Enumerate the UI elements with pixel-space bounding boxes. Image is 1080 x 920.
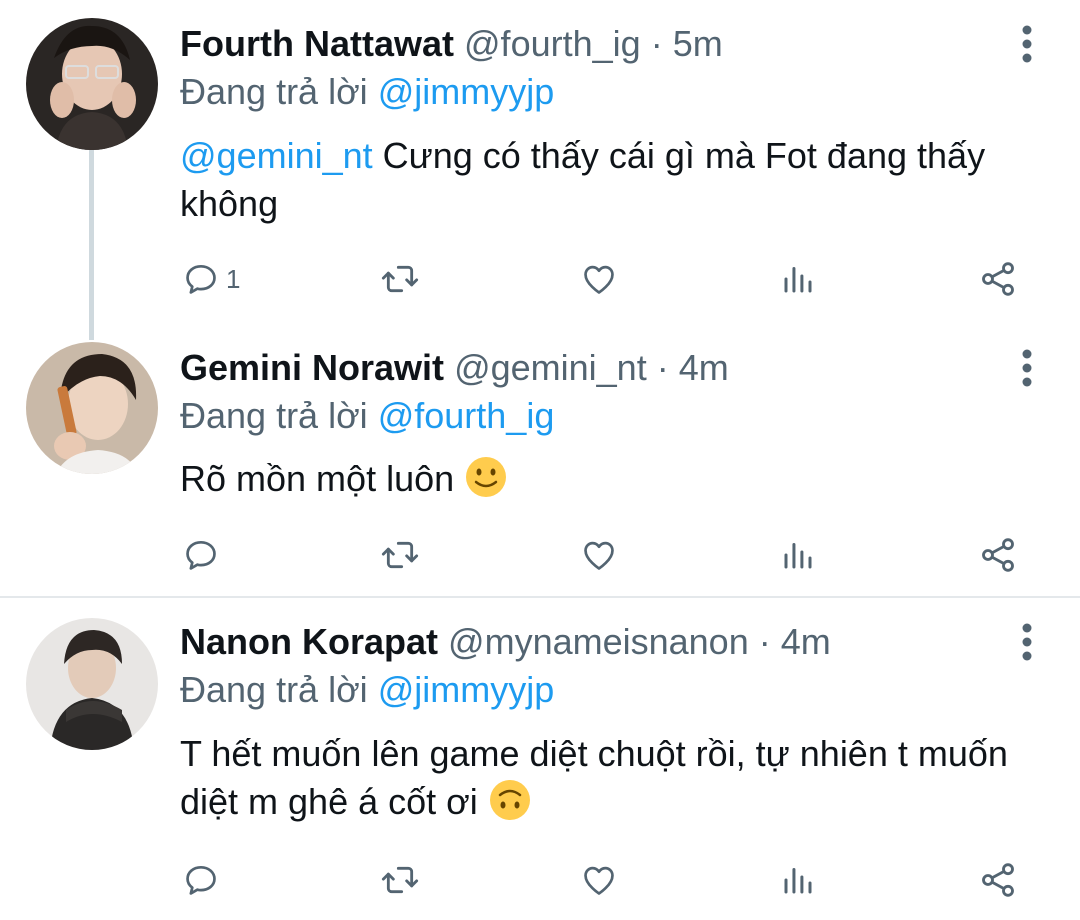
like-button[interactable] [580, 855, 618, 905]
avatar-photo [26, 342, 158, 474]
analytics-icon [784, 267, 812, 293]
heart-icon [584, 265, 614, 294]
user-handle[interactable]: @fourth_ig [464, 23, 641, 64]
tweet-3[interactable]: Nanon Korapat @mynameisnanon · 4m Đang t… [0, 598, 1080, 920]
avatar[interactable] [26, 18, 158, 150]
analytics-button[interactable] [780, 530, 816, 580]
timestamp[interactable]: 5m [673, 23, 723, 64]
share-button[interactable] [978, 530, 1018, 580]
more-options-icon[interactable] [1012, 22, 1042, 66]
user-handle[interactable]: @gemini_nt [454, 347, 647, 388]
replying-to: Đang trả lời @jimmyyjp [180, 668, 554, 712]
user-handle[interactable]: @mynameisnanon [448, 621, 749, 662]
action-bar: 1 [0, 254, 1080, 304]
display-name[interactable]: Gemini Norawit [180, 347, 444, 388]
retweet-button[interactable] [380, 855, 420, 905]
timestamp[interactable]: 4m [781, 621, 831, 662]
reply-button[interactable] [182, 855, 226, 905]
body-text: T hết muốn lên game diệt chuột rồi, tự n… [180, 733, 1008, 822]
like-button[interactable] [580, 254, 618, 304]
replying-label: Đang trả lời [180, 395, 368, 436]
more-options-icon[interactable] [1012, 346, 1042, 390]
reply-button[interactable] [182, 530, 226, 580]
share-button[interactable] [978, 254, 1018, 304]
body-mention[interactable]: @gemini_nt [180, 135, 373, 176]
retweet-icon [381, 541, 419, 569]
thread-line [89, 150, 94, 340]
body-text: Rõ mồn một luôn [180, 458, 465, 499]
tweet-header: Nanon Korapat @mynameisnanon · 4m [180, 620, 831, 664]
reply-button[interactable]: 1 [182, 254, 240, 304]
timestamp[interactable]: 4m [679, 347, 729, 388]
retweet-icon [381, 866, 419, 894]
tweet-2[interactable]: Gemini Norawit @gemini_nt · 4m Đang trả … [0, 330, 1080, 595]
replying-label: Đang trả lời [180, 669, 368, 710]
reply-to-mention[interactable]: @jimmyyjp [378, 669, 555, 710]
tweet-header: Fourth Nattawat @fourth_ig · 5m [180, 22, 723, 66]
action-bar [0, 530, 1080, 580]
tweet-text: T hết muốn lên game diệt chuột rồi, tự n… [180, 730, 1040, 826]
heart-icon [584, 541, 614, 570]
action-bar [0, 855, 1080, 905]
retweet-button[interactable] [380, 254, 420, 304]
share-icon [982, 262, 1014, 296]
slightly-smiling-face-icon [464, 455, 508, 499]
reply-icon [186, 865, 216, 895]
share-icon [982, 538, 1014, 572]
separator-dot: · [656, 347, 669, 388]
analytics-icon [784, 543, 812, 569]
separator-dot: · [650, 23, 663, 64]
reply-icon [186, 264, 216, 294]
share-button[interactable] [978, 855, 1018, 905]
share-icon [982, 863, 1014, 897]
replying-to: Đang trả lời @jimmyyjp [180, 70, 554, 114]
reply-count: 1 [226, 263, 241, 294]
avatar-photo [26, 618, 158, 750]
analytics-button[interactable] [780, 254, 816, 304]
like-button[interactable] [580, 530, 618, 580]
tweet-header: Gemini Norawit @gemini_nt · 4m [180, 346, 729, 390]
avatar-photo [26, 18, 158, 150]
separator-dot: · [758, 621, 771, 662]
upside-down-face-icon [488, 778, 532, 822]
tweet-1[interactable]: Fourth Nattawat @fourth_ig · 5m Đang trả… [0, 0, 1080, 340]
analytics-button[interactable] [780, 855, 816, 905]
replying-label: Đang trả lời [180, 71, 368, 112]
more-options-icon[interactable] [1012, 620, 1042, 664]
display-name[interactable]: Nanon Korapat [180, 621, 438, 662]
display-name[interactable]: Fourth Nattawat [180, 23, 454, 64]
avatar[interactable] [26, 342, 158, 474]
analytics-icon [784, 868, 812, 894]
avatar[interactable] [26, 618, 158, 750]
tweet-text: @gemini_nt Cưng có thấy cái gì mà Fot đa… [180, 132, 1040, 228]
retweet-button[interactable] [380, 530, 420, 580]
reply-to-mention[interactable]: @fourth_ig [378, 395, 555, 436]
tweet-text: Rõ mồn một luôn [180, 455, 1040, 503]
reply-icon [186, 540, 216, 570]
heart-icon [584, 866, 614, 895]
reply-to-mention[interactable]: @jimmyyjp [378, 71, 555, 112]
retweet-icon [381, 265, 419, 293]
replying-to: Đang trả lời @fourth_ig [180, 394, 554, 438]
